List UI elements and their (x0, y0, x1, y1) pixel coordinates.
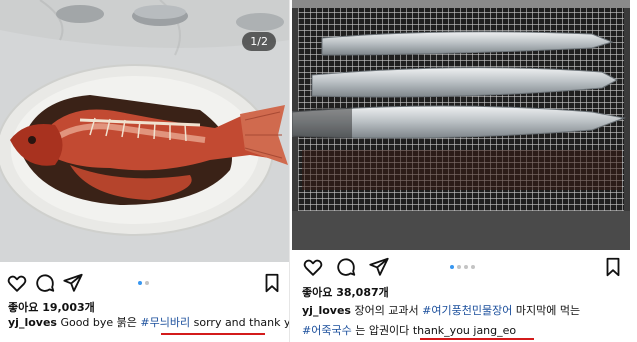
comment-icon[interactable] (34, 272, 56, 294)
share-icon[interactable] (368, 256, 390, 278)
right-post-photo[interactable] (292, 0, 630, 250)
left-post: 1/2 좋아요 19,003개 yj_loves Good bye 붉은 #무늬… (0, 0, 304, 342)
left-post-photo[interactable]: 1/2 (0, 0, 290, 262)
left-post-action-bar (0, 272, 290, 294)
grilled-eel-image (292, 0, 630, 250)
caption-text: Good bye 붉은 (60, 316, 137, 329)
like-count: 좋아요 38,087개 (302, 286, 389, 299)
caption-text-2: 마지막에 먹는 (515, 304, 581, 317)
post-caption: yj_loves 장어의 교과서 #여기풍천민물장어 마지막에 먹는 #어죽국수… (302, 301, 580, 341)
username-link[interactable]: yj_loves (8, 316, 57, 329)
carousel-dot (457, 265, 461, 269)
carousel-dot (464, 265, 468, 269)
red-underline (420, 338, 534, 340)
carousel-dots (138, 281, 149, 285)
image-counter-badge: 1/2 (242, 32, 276, 51)
hashtag-link[interactable]: #어죽국수 (302, 324, 352, 337)
hashtag-link[interactable]: #무늬바리 (140, 316, 190, 329)
bookmark-icon[interactable] (261, 272, 283, 294)
carousel-dot-active (450, 265, 454, 269)
share-icon[interactable] (62, 272, 84, 294)
heart-icon[interactable] (6, 272, 28, 294)
highlight-text: thank_you jang_eo (412, 324, 517, 337)
caption-text: 장어의 교과서 (354, 304, 419, 317)
hashtag-link[interactable]: #여기풍천민물장어 (422, 304, 512, 317)
carousel-dot-active (138, 281, 142, 285)
right-post: 좋아요 38,087개 yj_loves 장어의 교과서 #여기풍천민물장어 마… (290, 0, 637, 342)
caption-line-1: yj_loves 장어의 교과서 #여기풍천민물장어 마지막에 먹는 (302, 301, 580, 321)
bookmark-icon[interactable] (602, 256, 624, 278)
red-underline (161, 333, 265, 335)
comment-icon[interactable] (335, 256, 357, 278)
heart-icon[interactable] (302, 256, 324, 278)
post-caption: yj_loves Good bye 붉은 #무늬바리 sorry and tha… (8, 313, 304, 333)
username-link[interactable]: yj_loves (302, 304, 351, 317)
carousel-dot (471, 265, 475, 269)
carousel-dots (450, 265, 475, 269)
highlight-text: sorry and thank you (193, 316, 305, 329)
caption-text-3: 는 압권이다 (355, 324, 410, 337)
carousel-dot (145, 281, 149, 285)
right-post-action-bar (290, 256, 637, 278)
